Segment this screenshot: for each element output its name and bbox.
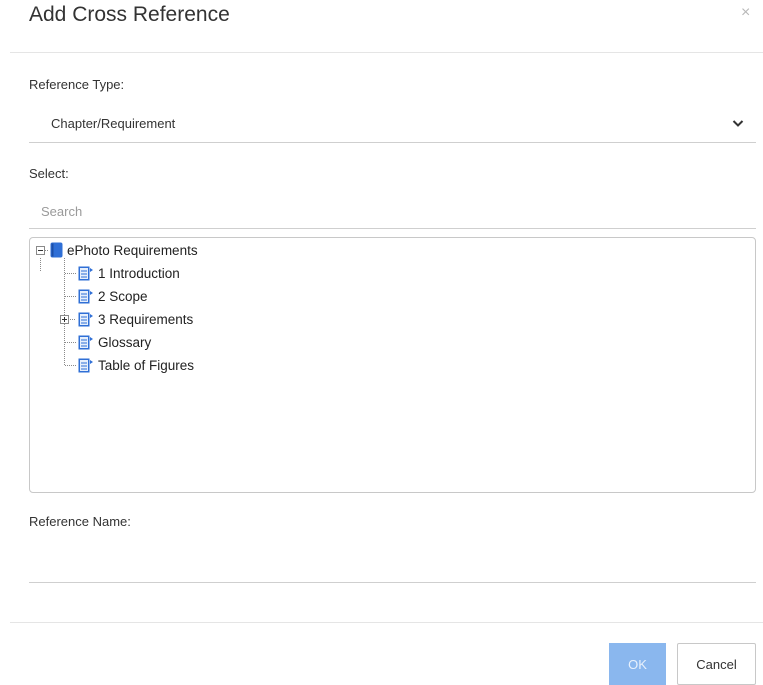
document-icon (78, 312, 93, 326)
header-divider (10, 52, 763, 53)
document-icon (78, 266, 93, 280)
tree-root-label: ePhoto Requirements (67, 242, 198, 258)
reference-name-label: Reference Name: (29, 514, 131, 529)
search-field[interactable] (29, 198, 756, 229)
expand-toggle-icon (60, 315, 69, 324)
tree-item-label: Table of Figures (98, 357, 195, 373)
reference-type-value: Chapter/Requirement (51, 116, 176, 131)
cancel-button[interactable]: Cancel (677, 643, 756, 685)
tree-item-introduction[interactable]: 1 Introduction (78, 264, 180, 282)
tree-item-requirements[interactable]: 3 Requirements (78, 310, 193, 328)
document-icon (78, 358, 93, 372)
tree-root-item[interactable]: ePhoto Requirements (50, 241, 198, 259)
tree-item-label: 2 Scope (98, 288, 148, 304)
search-input[interactable] (41, 204, 721, 219)
tree-item-label: 3 Requirements (98, 311, 194, 327)
book-icon (50, 242, 63, 258)
tree-item-label: 1 Introduction (98, 265, 180, 281)
document-icon (78, 289, 93, 303)
ok-button[interactable]: OK (609, 643, 666, 685)
dialog-title: Add Cross Reference (29, 3, 230, 26)
chevron-down-icon (732, 120, 744, 127)
tree-item-scope[interactable]: 2 Scope (78, 287, 148, 305)
chapter-tree[interactable]: ePhoto Requirements 1 Introduction 2 Sco… (29, 237, 756, 493)
tree-item-table-of-figures[interactable]: Table of Figures (78, 356, 194, 374)
document-icon (78, 335, 93, 349)
tree-item-glossary[interactable]: Glossary (78, 333, 151, 351)
reference-type-label: Reference Type: (29, 77, 125, 92)
collapse-toggle-icon (36, 246, 45, 255)
select-label: Select: (29, 166, 69, 181)
reference-type-select[interactable]: Chapter/Requirement (29, 108, 756, 143)
tree-item-label: Glossary (98, 334, 152, 350)
close-icon[interactable]: × (741, 4, 750, 22)
reference-name-input[interactable] (29, 545, 756, 583)
footer-divider (10, 622, 763, 623)
